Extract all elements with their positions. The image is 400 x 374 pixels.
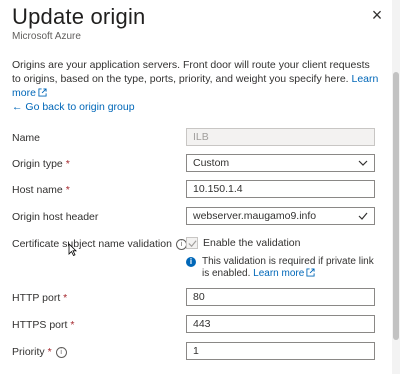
- https-port-text[interactable]: [193, 316, 353, 332]
- required-marker: *: [65, 158, 70, 170]
- https-port-input[interactable]: [186, 315, 375, 333]
- priority-label-text: Priority: [12, 346, 45, 358]
- origin-host-header-label-text: Origin host header: [12, 211, 99, 223]
- update-origin-panel: Update origin Microsoft Azure × Origins …: [0, 0, 392, 374]
- required-marker: *: [63, 292, 68, 304]
- cert-validation-label-text: Certificate subject name validation: [12, 238, 172, 250]
- back-link-label: Go back to origin group: [25, 101, 135, 113]
- checkmark-icon: [358, 212, 368, 220]
- host-name-input[interactable]: [186, 180, 375, 198]
- name-label: Name: [12, 132, 40, 144]
- http-port-label: HTTP port *: [12, 292, 67, 304]
- priority-text[interactable]: [193, 343, 353, 359]
- host-name-text[interactable]: [193, 181, 353, 197]
- https-port-label-text: HTTPS port: [12, 319, 68, 331]
- intro-description: Origins are your application servers. Fr…: [12, 59, 370, 85]
- intro-text: Origins are your application servers. Fr…: [12, 58, 380, 100]
- info-icon: i: [186, 257, 196, 267]
- host-name-label-text: Host name: [12, 184, 63, 196]
- required-marker: *: [65, 184, 70, 196]
- name-value: ILB: [193, 131, 209, 143]
- origin-host-header-text[interactable]: [193, 208, 353, 224]
- origin-host-header-input[interactable]: [186, 207, 375, 225]
- validation-learn-more-link[interactable]: Learn more: [253, 268, 315, 279]
- chevron-down-icon: [358, 160, 368, 166]
- https-port-label: HTTPS port *: [12, 319, 74, 331]
- origin-host-header-label: Origin host header: [12, 211, 98, 223]
- host-name-label: Host name *: [12, 184, 70, 196]
- panel-subtitle: Microsoft Azure: [12, 31, 81, 42]
- external-link-icon: [38, 88, 47, 97]
- priority-input[interactable]: [186, 342, 375, 360]
- origin-type-select[interactable]: Custom: [186, 154, 375, 172]
- priority-label: Priority * i: [12, 346, 67, 358]
- enable-validation-label: Enable the validation: [203, 237, 301, 249]
- mouse-cursor-icon: [68, 243, 77, 257]
- close-icon[interactable]: ×: [368, 6, 386, 24]
- scrollbar-thumb[interactable]: [393, 72, 399, 340]
- required-marker: *: [70, 319, 75, 331]
- vertical-scrollbar[interactable]: [392, 0, 400, 374]
- arrow-left-icon: ←: [12, 101, 23, 113]
- origin-type-value: Custom: [193, 157, 230, 169]
- origin-type-label-text: Origin type: [12, 158, 63, 170]
- name-field: ILB: [186, 128, 375, 146]
- validation-note-text: This validation is required if private l…: [202, 256, 376, 280]
- origin-type-label: Origin type *: [12, 158, 70, 170]
- http-port-input[interactable]: [186, 288, 375, 306]
- http-port-text[interactable]: [193, 289, 353, 305]
- http-port-label-text: HTTP port: [12, 292, 61, 304]
- panel-title: Update origin: [12, 4, 146, 29]
- validation-learn-more-label: Learn more: [253, 268, 305, 279]
- name-label-text: Name: [12, 132, 41, 144]
- cert-validation-label: Certificate subject name validation i: [12, 238, 187, 250]
- info-icon[interactable]: i: [55, 347, 67, 358]
- external-link-icon: [306, 268, 315, 277]
- checkmark-icon: [188, 240, 197, 248]
- back-to-origin-group-link[interactable]: ← Go back to origin group: [12, 101, 135, 113]
- required-marker: *: [47, 346, 52, 358]
- enable-validation-checkbox[interactable]: [186, 237, 198, 249]
- validation-info-note: i This validation is required if private…: [186, 256, 376, 280]
